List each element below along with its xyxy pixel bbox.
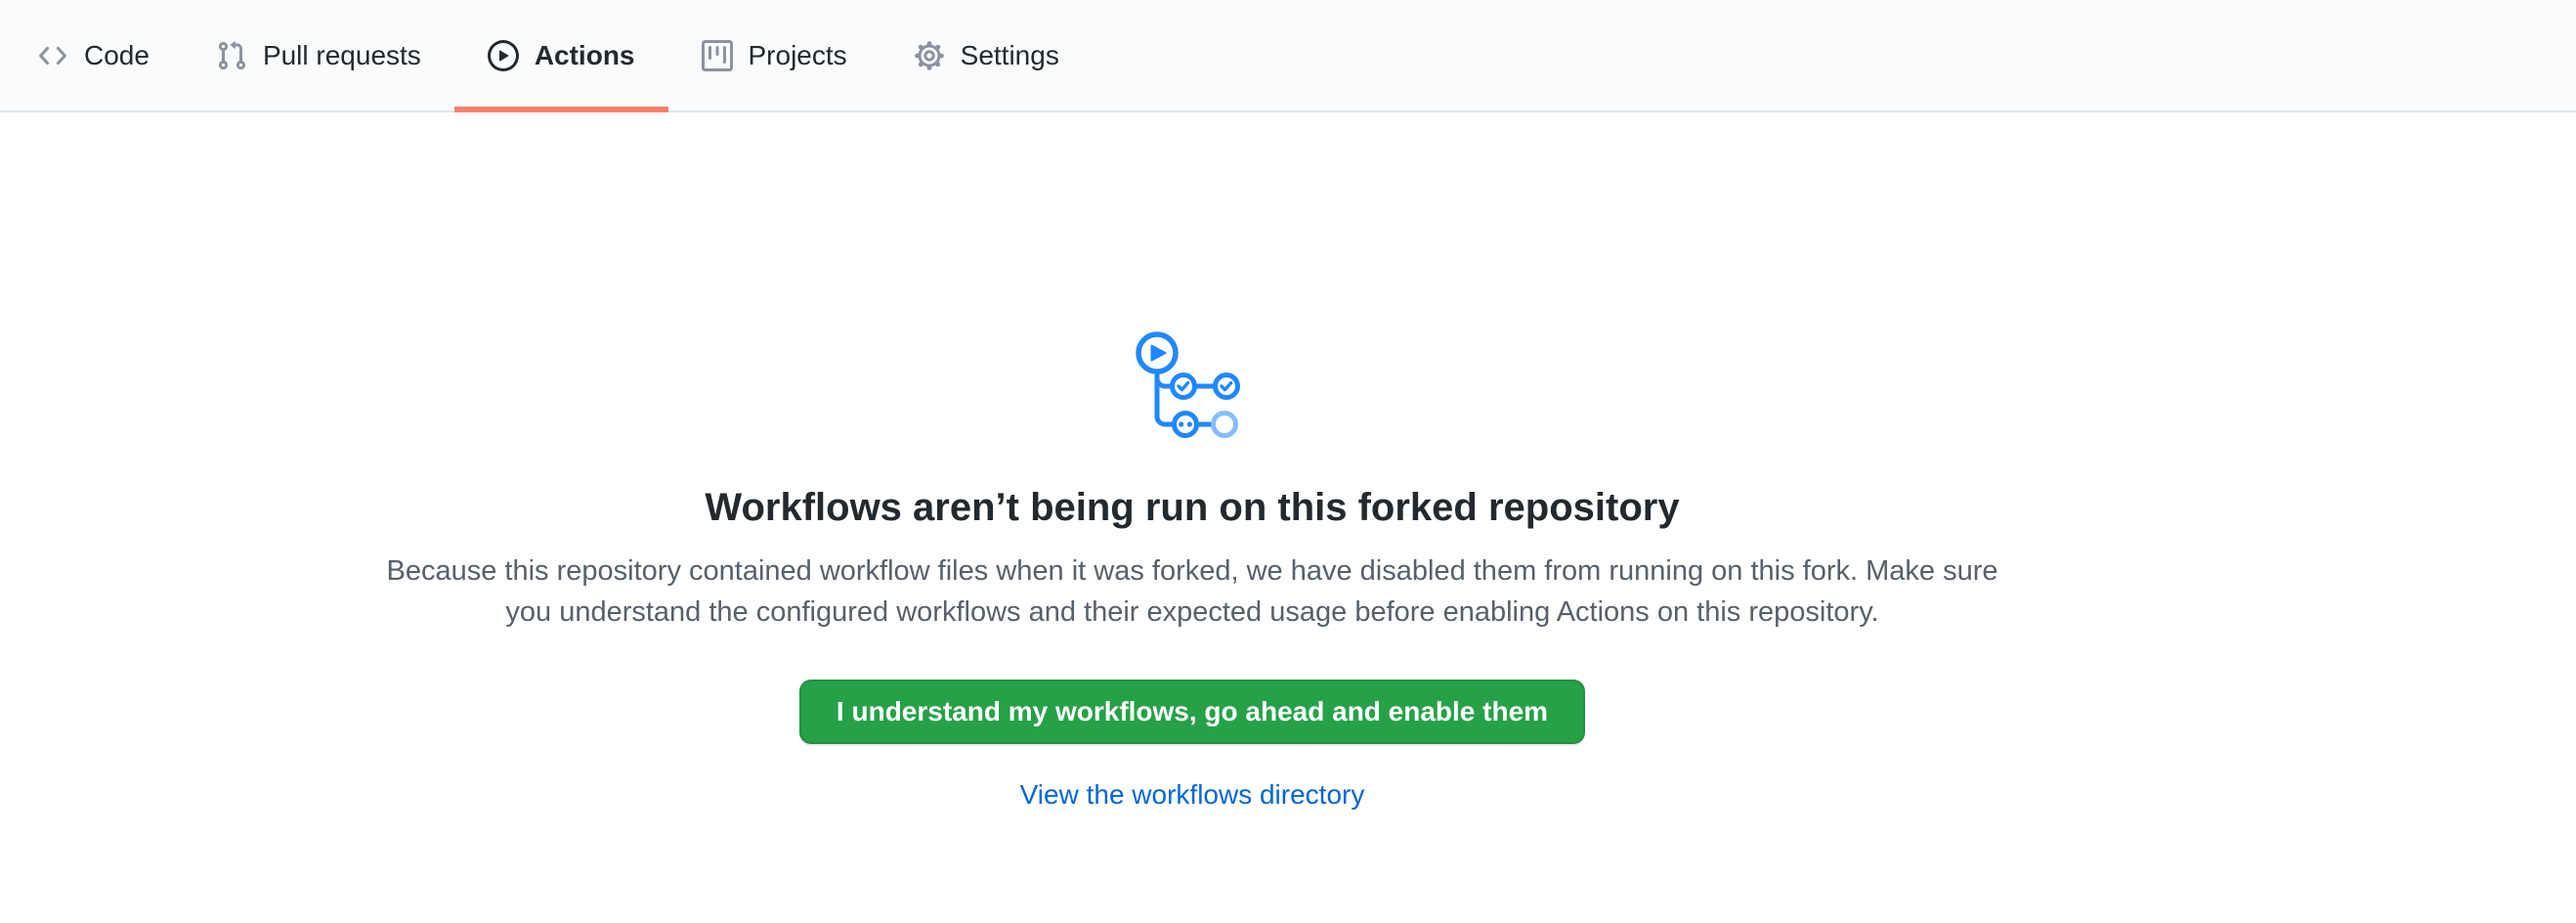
tab-actions[interactable]: Actions (454, 0, 668, 110)
repo-tab-nav: Code Pull requests (0, 0, 2576, 112)
play-icon (488, 40, 519, 71)
code-icon (37, 40, 68, 71)
github-actions-page: Code Pull requests (0, 0, 2576, 923)
blankslate-heading: Workflows aren’t being run on this forke… (705, 482, 1679, 533)
view-workflows-directory-link[interactable]: View the workflows directory (1020, 779, 1365, 811)
tab-projects[interactable]: Projects (668, 0, 880, 110)
gear-icon (914, 40, 945, 71)
tab-code[interactable]: Code (4, 0, 183, 110)
tab-pull-requests[interactable]: Pull requests (183, 0, 454, 110)
workflow-graph-icon (1134, 331, 1251, 439)
actions-disabled-blankslate: Workflows aren’t being run on this forke… (0, 112, 2384, 811)
project-icon (702, 40, 733, 71)
enable-workflows-button[interactable]: I understand my workflows, go ahead and … (799, 680, 1585, 744)
tab-label: Settings (961, 42, 1059, 69)
tab-label: Projects (749, 42, 847, 69)
tab-label: Actions (535, 42, 635, 69)
tab-label: Pull requests (263, 42, 421, 69)
blankslate-description: Because this repository contained workfl… (381, 550, 2003, 633)
git-pull-request-icon (216, 40, 247, 71)
tab-settings[interactable]: Settings (880, 0, 1093, 110)
tab-label: Code (84, 42, 150, 69)
